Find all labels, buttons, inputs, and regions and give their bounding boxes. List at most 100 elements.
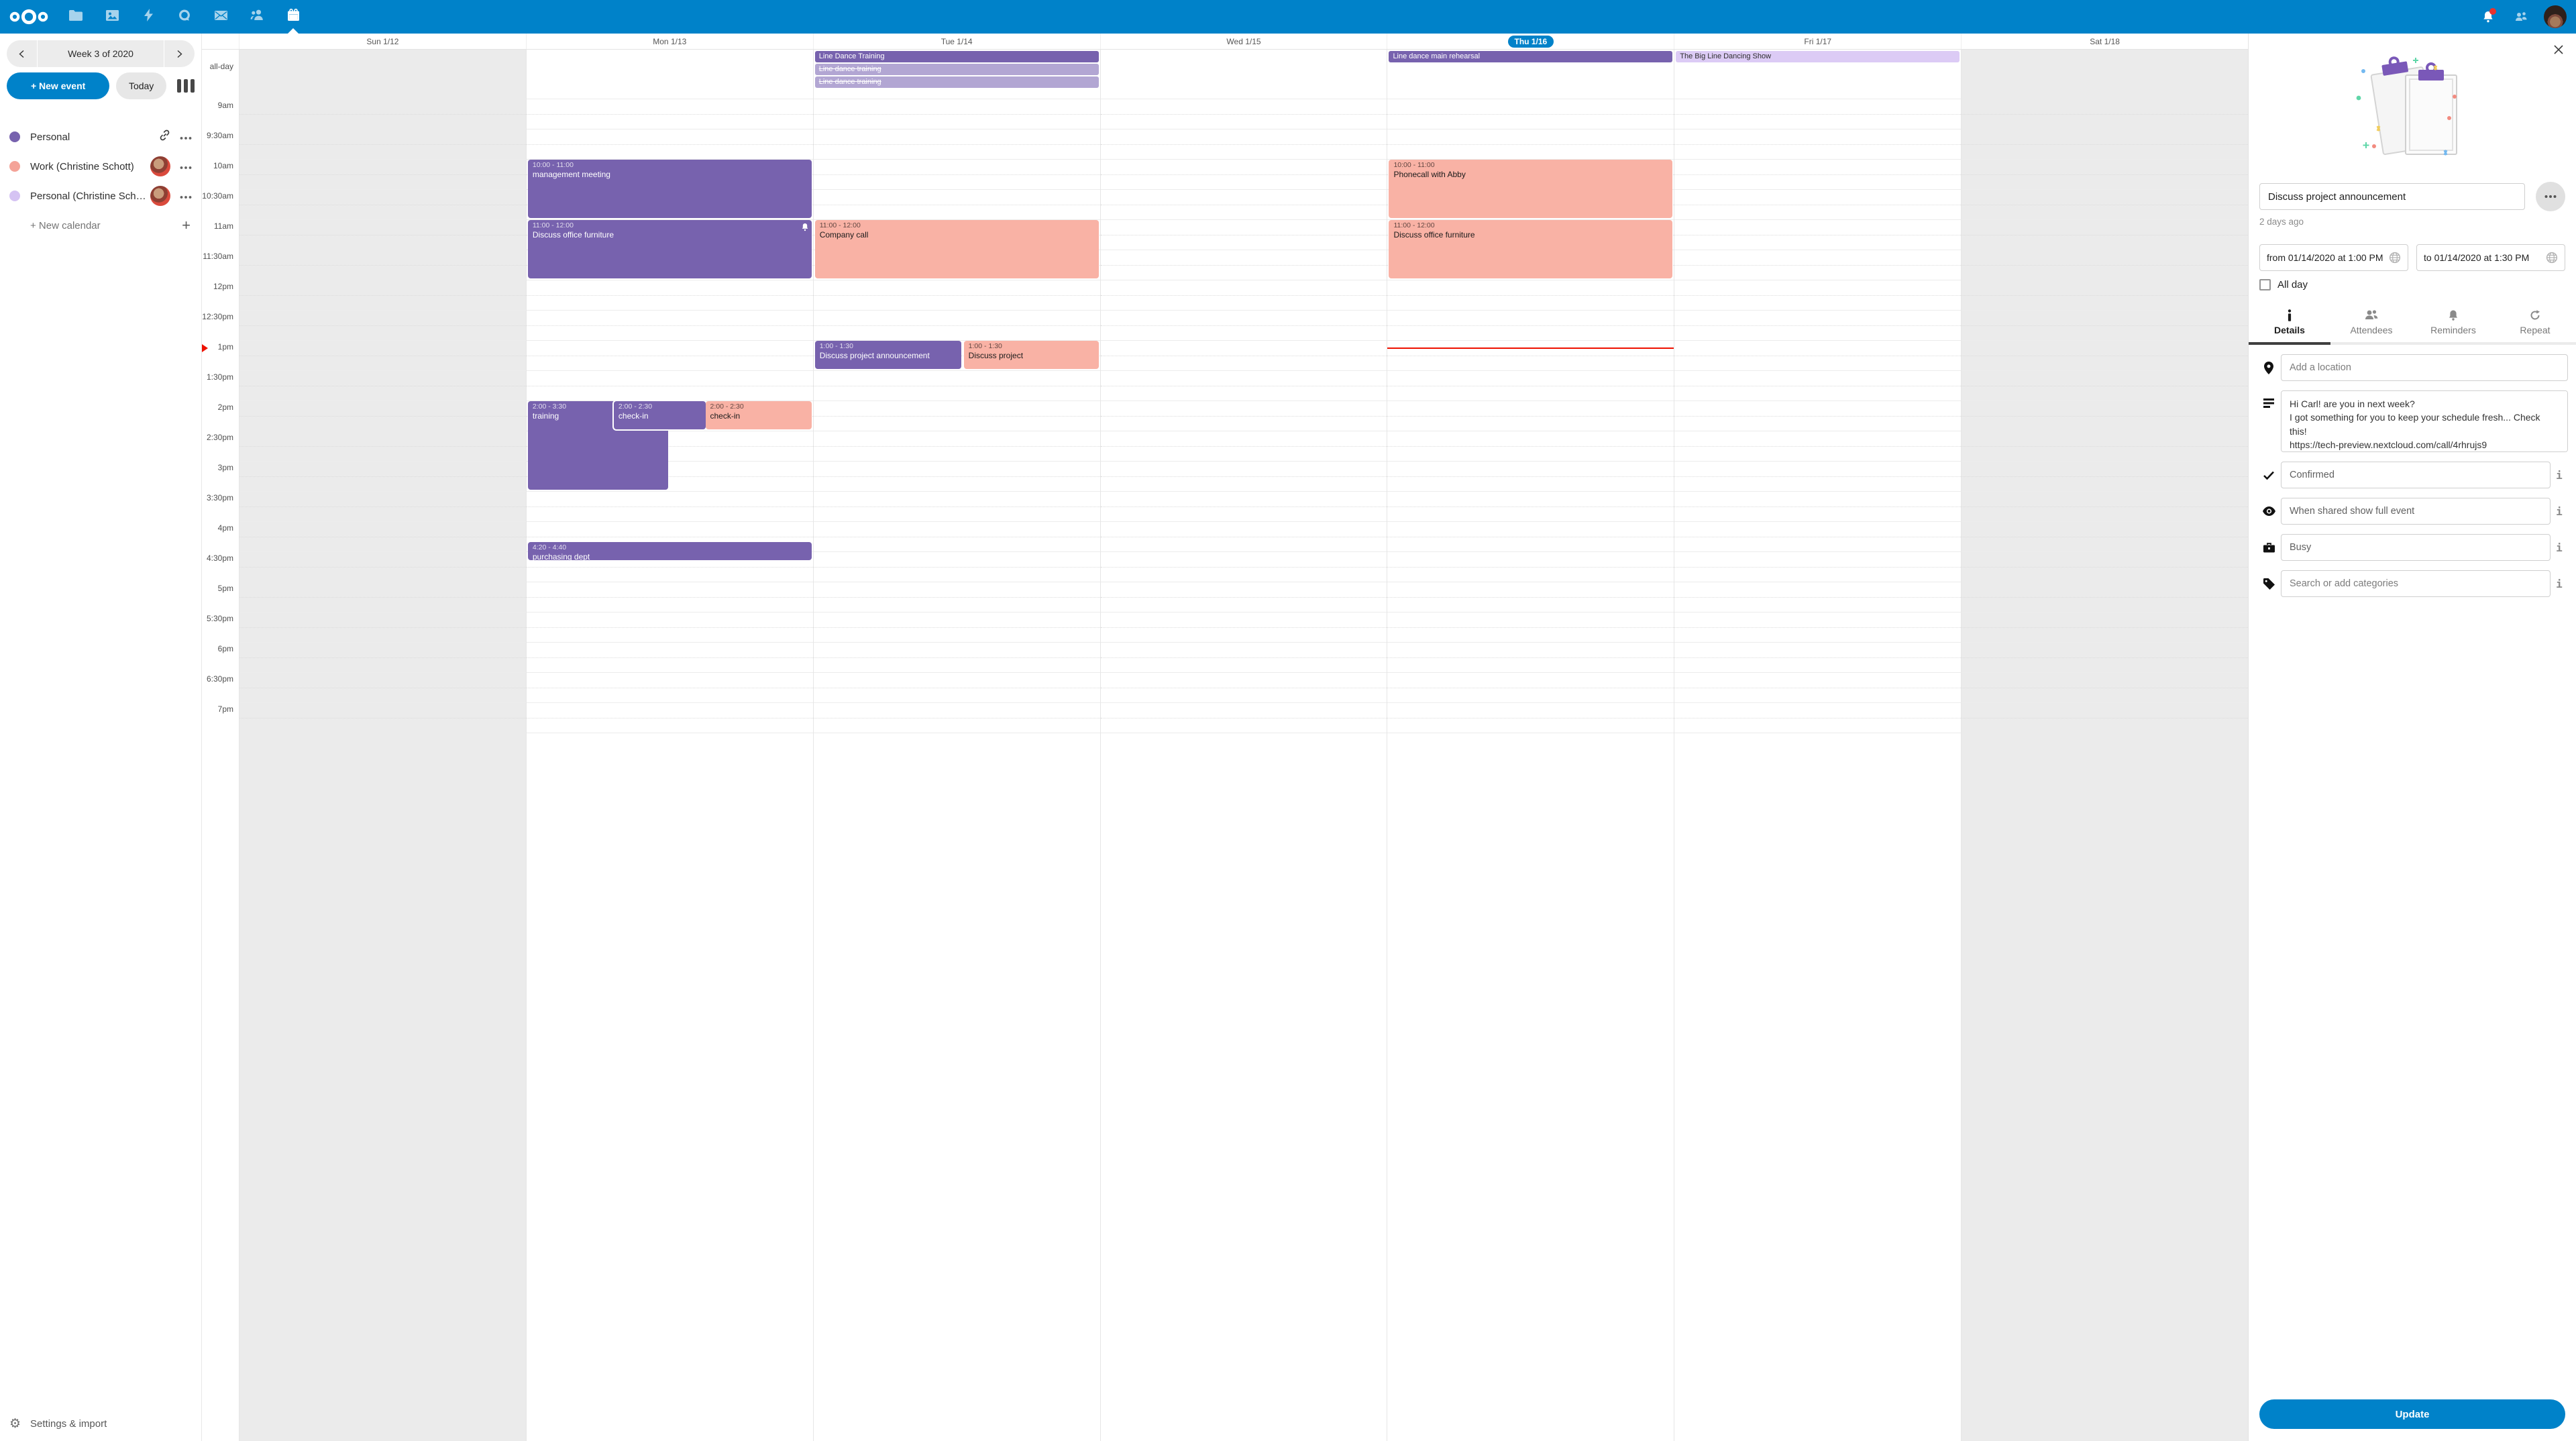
event-title: Discuss office furniture	[533, 230, 807, 240]
tag-icon	[2257, 578, 2281, 590]
gridline	[1101, 461, 1387, 462]
calendar-list-item[interactable]: Work (Christine Schott)	[0, 152, 201, 181]
day-column: The Big Line Dancing Show	[1674, 50, 1961, 1441]
contacts-menu-button[interactable]	[2505, 0, 2538, 34]
header-spacer	[202, 34, 239, 49]
calendar-event[interactable]: 1:00 - 1:30Discuss project	[964, 341, 1099, 369]
new-calendar-button[interactable]: + New calendar +	[0, 211, 201, 240]
notifications-button[interactable]	[2471, 0, 2505, 34]
gridline-quarter	[814, 416, 1100, 417]
visibility-select[interactable]: When shared show full event	[2281, 498, 2551, 525]
description-textarea[interactable]: Hi Carl! are you in next week? I got som…	[2281, 390, 2568, 452]
new-event-button[interactable]: + New event	[7, 72, 109, 99]
calendar-event[interactable]: 10:00 - 11:00Phonecall with Abby	[1389, 160, 1672, 218]
gridline	[1674, 491, 1961, 492]
nextcloud-logo-icon	[8, 7, 50, 26]
categories-input[interactable]	[2281, 570, 2551, 597]
allday-event[interactable]: Line Dance Training	[815, 51, 1099, 62]
calendar-event[interactable]: 2:00 - 2:30check-in	[706, 401, 812, 429]
gridline-quarter	[1962, 295, 2248, 296]
gridline	[1962, 702, 2248, 703]
gridline	[239, 702, 526, 703]
allday-event[interactable]: The Big Line Dancing Show	[1676, 51, 1960, 62]
gridline	[814, 521, 1100, 522]
user-avatar-button[interactable]	[2538, 0, 2572, 34]
gridline-quarter	[1674, 144, 1961, 145]
calendar-event[interactable]: 11:00 - 12:00Discuss office furniture	[1389, 220, 1672, 278]
event-actions-button[interactable]	[2536, 182, 2565, 211]
gridline-quarter	[1674, 416, 1961, 417]
event-reminder-bell-icon	[802, 223, 808, 235]
previous-week-button[interactable]	[7, 40, 38, 67]
tab-repeat[interactable]: Repeat	[2494, 305, 2576, 342]
nextcloud-logo[interactable]	[0, 7, 58, 26]
calendar-event[interactable]: 10:00 - 11:00management meeting	[528, 160, 812, 218]
update-button[interactable]: Update	[2259, 1399, 2565, 1429]
chevron-left-icon	[17, 50, 26, 58]
day-column	[1100, 50, 1387, 1441]
talk-app-button[interactable]	[166, 0, 203, 34]
gridline-quarter	[1962, 265, 2248, 266]
calendar-list-item[interactable]: Personal (Christine Schott)	[0, 181, 201, 211]
tab-reminders[interactable]: Reminders	[2412, 305, 2494, 342]
calendar-event[interactable]: 1:00 - 1:30Discuss project announcement	[815, 341, 961, 369]
freebusy-select[interactable]: Busy	[2281, 534, 2551, 561]
current-time-marker	[202, 344, 208, 352]
gridline-quarter	[814, 476, 1100, 477]
calendar-menu-icon[interactable]	[180, 190, 192, 202]
gridline	[1387, 370, 1674, 371]
gridline	[1387, 672, 1674, 673]
tab-attendees[interactable]: Attendees	[2330, 305, 2412, 342]
timezone-globe-icon[interactable]	[2546, 252, 2558, 264]
share-link-icon[interactable]	[159, 129, 170, 144]
calendar-event[interactable]: 11:00 - 12:00Company call	[815, 220, 1099, 278]
close-button[interactable]	[2553, 44, 2564, 55]
calendar-event[interactable]: 2:00 - 2:30check-in	[614, 401, 706, 429]
calendar-list: PersonalWork (Christine Schott)Personal …	[0, 122, 201, 211]
start-datetime-picker[interactable]: from 01/14/2020 at 1:00 PM	[2259, 244, 2408, 271]
allday-row: All day	[2249, 271, 2576, 290]
files-app-button[interactable]	[58, 0, 94, 34]
time-label: 4pm	[218, 523, 233, 533]
contacts-app-button[interactable]	[239, 0, 275, 34]
timezone-globe-icon[interactable]	[2389, 252, 2401, 264]
allday-event[interactable]: Line dance main rehearsal	[1389, 51, 1672, 62]
calendar-icon	[287, 9, 300, 25]
calendar-menu-icon[interactable]	[180, 131, 192, 143]
activity-app-button[interactable]	[130, 0, 166, 34]
event-time: 1:00 - 1:30	[820, 342, 957, 350]
calendar-menu-icon[interactable]	[180, 160, 192, 172]
location-input[interactable]	[2281, 354, 2568, 381]
tab-details[interactable]: Details	[2249, 305, 2330, 342]
event-time: 10:00 - 11:00	[1393, 161, 1668, 169]
allday-event[interactable]: Line dance training	[815, 64, 1099, 75]
end-datetime-picker[interactable]: to 01/14/2020 at 1:30 PM	[2416, 244, 2565, 271]
today-button[interactable]: Today	[116, 72, 166, 99]
status-select[interactable]: Confirmed	[2281, 462, 2551, 488]
gridline-quarter	[1101, 627, 1387, 628]
gridline-quarter	[1101, 144, 1387, 145]
settings-import-button[interactable]: ⚙ Settings & import	[0, 1406, 201, 1441]
gridline-quarter	[527, 567, 813, 568]
sidebar-actions: + New event Today	[7, 72, 195, 99]
allday-checkbox[interactable]	[2259, 279, 2271, 290]
gridline	[1674, 310, 1961, 311]
event-title-input[interactable]	[2259, 183, 2525, 210]
time-label: 1pm	[218, 342, 233, 352]
gridline	[1674, 521, 1961, 522]
current-time-line	[1387, 348, 1674, 349]
calendar-app-button[interactable]	[275, 0, 311, 34]
gridline-quarter	[1387, 657, 1674, 658]
view-toggle-button[interactable]	[177, 79, 195, 93]
calendar-event[interactable]: 4:20 - 4:40purchasing dept	[528, 542, 812, 560]
time-label: 3:30pm	[207, 493, 233, 502]
calendar-list-item[interactable]: Personal	[0, 122, 201, 152]
gridline	[239, 159, 526, 160]
day-header: Fri 1/17	[1674, 34, 1961, 49]
top-navbar	[0, 0, 2576, 34]
mail-app-button[interactable]	[203, 0, 239, 34]
calendar-event[interactable]: 11:00 - 12:00Discuss office furniture	[528, 220, 812, 278]
next-week-button[interactable]	[164, 40, 195, 67]
allday-event[interactable]: Line dance training	[815, 76, 1099, 88]
photos-app-button[interactable]	[94, 0, 130, 34]
